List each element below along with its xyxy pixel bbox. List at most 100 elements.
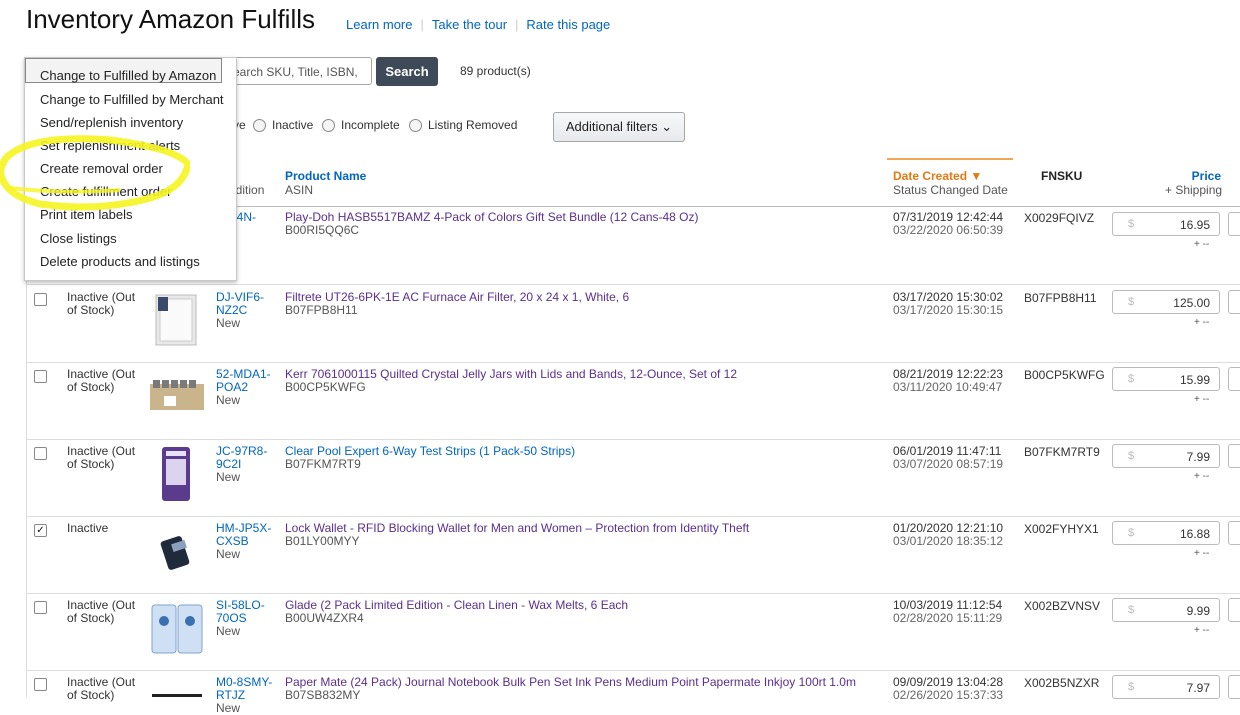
shipping-adjust[interactable]: + -- bbox=[1194, 239, 1209, 250]
product-cell: Play-Doh HASB5517BAMZ 4-Pack of Colors G… bbox=[285, 211, 699, 237]
menu-item-close-listings[interactable]: Close listings bbox=[40, 231, 117, 246]
row-status: Inactive bbox=[67, 521, 109, 535]
radio-icon[interactable] bbox=[253, 118, 266, 132]
product-thumbnail[interactable] bbox=[150, 291, 204, 349]
product-name-link[interactable]: Paper Mate (24 Pack) Journal Notebook Bu… bbox=[285, 676, 856, 689]
sku-link[interactable]: M0-8SMY-RTJZ New bbox=[216, 676, 276, 715]
price-input[interactable]: $7.99 bbox=[1112, 444, 1220, 468]
row-status: Inactive (Out of Stock) bbox=[67, 367, 136, 394]
additional-filters-button[interactable]: Additional filters ⌄ bbox=[553, 112, 685, 142]
product-thumbnail[interactable] bbox=[150, 599, 204, 657]
asin: B00RI5QQ6C bbox=[285, 223, 360, 237]
learn-more-link[interactable]: Learn more bbox=[346, 17, 412, 32]
date-created-header[interactable]: Date Created ▼ Status Changed Date bbox=[893, 169, 1008, 197]
product-cell: Lock Wallet - RFID Blocking Wallet for M… bbox=[285, 522, 749, 548]
row-checkbox[interactable] bbox=[34, 678, 47, 691]
table-row: Inactive (Out of Stock) 52-MDA1-POA2 New … bbox=[26, 362, 1240, 440]
row-checkbox[interactable] bbox=[34, 293, 47, 306]
menu-item-delete-products[interactable]: Delete products and listings bbox=[40, 254, 200, 269]
table-row: Inactive (Out of Stock) JC-97R8-9C2I New … bbox=[26, 439, 1240, 517]
shipping-adjust[interactable]: + -- bbox=[1194, 548, 1209, 559]
radio-icon[interactable] bbox=[409, 118, 422, 132]
product-thumbnail[interactable] bbox=[150, 368, 204, 426]
row-status: Inactive (Out of Stock) bbox=[67, 290, 136, 317]
product-thumbnail[interactable] bbox=[150, 676, 204, 704]
next-column-input[interactable] bbox=[1228, 675, 1240, 699]
link-separator: | bbox=[515, 17, 519, 32]
price-input[interactable]: $16.88 bbox=[1112, 521, 1220, 545]
next-column-input[interactable] bbox=[1228, 212, 1240, 236]
price-input[interactable]: $9.99 bbox=[1112, 598, 1220, 622]
menu-item-print-labels[interactable]: Print item labels bbox=[40, 207, 132, 222]
next-column-input[interactable] bbox=[1228, 444, 1240, 468]
search-button[interactable]: Search bbox=[376, 57, 438, 86]
next-column-input[interactable] bbox=[1228, 521, 1240, 545]
menu-item-create-fulfillment-order[interactable]: Create fulfillment order bbox=[40, 184, 172, 199]
menu-item-change-to-fba[interactable]: Change to Fulfilled by Amazon bbox=[40, 68, 216, 83]
radio-icon[interactable] bbox=[322, 118, 335, 132]
row-status: Inactive (Out of Stock) bbox=[67, 675, 136, 702]
link-separator: | bbox=[420, 17, 424, 32]
sku-link[interactable]: 52-MDA1-POA2 New bbox=[216, 368, 276, 407]
price-input[interactable]: $16.95 bbox=[1112, 212, 1220, 236]
price-header[interactable]: Price + Shipping bbox=[1165, 169, 1222, 197]
chevron-down-icon: ⌄ bbox=[661, 119, 673, 134]
menu-item-change-to-fbm[interactable]: Change to Fulfilled by Merchant bbox=[40, 92, 224, 107]
product-cell: Clear Pool Expert 6-Way Test Strips (1 P… bbox=[285, 445, 575, 471]
row-status: Inactive (Out of Stock) bbox=[67, 598, 136, 625]
shipping-adjust[interactable]: + -- bbox=[1194, 471, 1209, 482]
table-row: Inactive (Out of Stock) M0-8SMY-RTJZ New … bbox=[26, 670, 1240, 715]
table-row: ✓ Inactive HM-JP5X-CXSB New Lock Wallet -… bbox=[26, 516, 1240, 594]
product-cell: Glade (2 Pack Limited Edition - Clean Li… bbox=[285, 599, 628, 625]
asin: B07FPB8H11 bbox=[285, 303, 358, 317]
fnsku: X002B5NZXR bbox=[1024, 676, 1100, 690]
action-dropdown-menu: Change to Fulfilled by Amazon Change to … bbox=[24, 57, 237, 281]
header-links: Learn more | Take the tour | Rate this page bbox=[346, 17, 610, 32]
price-input[interactable]: $7.97 bbox=[1112, 675, 1220, 699]
next-column-input[interactable] bbox=[1228, 598, 1240, 622]
price-input[interactable]: $125.00 bbox=[1112, 290, 1220, 314]
asin: B07FKM7RT9 bbox=[285, 457, 361, 471]
price-input[interactable]: $15.99 bbox=[1112, 367, 1220, 391]
menu-item-replenishment-alerts[interactable]: Set replenishment alerts bbox=[40, 138, 180, 153]
filter-incomplete[interactable]: Incomplete bbox=[322, 118, 400, 132]
dates-cell: 07/31/2019 12:42:44 03/22/2020 06:50:39 bbox=[893, 210, 1004, 237]
next-column-input[interactable] bbox=[1228, 290, 1240, 314]
asin: B00CP5KWFG bbox=[285, 380, 366, 394]
dates-cell: 06/01/2019 11:47:11 03/07/2020 08:57:19 bbox=[893, 444, 1004, 471]
row-status: Inactive (Out of Stock) bbox=[67, 444, 136, 471]
menu-item-send-replenish[interactable]: Send/replenish inventory bbox=[40, 115, 183, 130]
product-name-header[interactable]: Product Name ASIN bbox=[285, 169, 366, 197]
sku-link[interactable]: SI-58LO-70OS New bbox=[216, 599, 276, 638]
filter-inactive[interactable]: Inactive bbox=[253, 118, 313, 132]
shipping-adjust[interactable]: + -- bbox=[1194, 317, 1209, 328]
rate-page-link[interactable]: Rate this page bbox=[526, 17, 610, 32]
row-checkbox[interactable] bbox=[34, 601, 47, 614]
sku-link[interactable]: JC-97R8-9C2I New bbox=[216, 445, 276, 484]
row-checkbox[interactable]: ✓ bbox=[34, 524, 47, 537]
product-cell: Paper Mate (24 Pack) Journal Notebook Bu… bbox=[285, 676, 856, 702]
take-tour-link[interactable]: Take the tour bbox=[432, 17, 507, 32]
row-checkbox[interactable] bbox=[34, 447, 47, 460]
sort-indicator-bar bbox=[887, 158, 1013, 160]
table-row: Inactive (Out of Stock) SI-58LO-70OS New … bbox=[26, 593, 1240, 671]
product-thumbnail[interactable] bbox=[150, 522, 204, 580]
fnsku: B07FPB8H11 bbox=[1024, 291, 1097, 305]
fnsku: X002FYHYX1 bbox=[1024, 522, 1099, 536]
shipping-adjust[interactable]: + -- bbox=[1194, 394, 1209, 405]
asin: B00UW4ZXR4 bbox=[285, 611, 364, 625]
fnsku: X002BZVNSV bbox=[1024, 599, 1101, 613]
sku-link[interactable]: HM-JP5X-CXSB New bbox=[216, 522, 276, 561]
menu-item-create-removal-order[interactable]: Create removal order bbox=[40, 161, 163, 176]
product-cell: Filtrete UT26-6PK-1E AC Furnace Air Filt… bbox=[285, 291, 629, 317]
shipping-adjust[interactable]: + -- bbox=[1194, 625, 1209, 636]
dates-cell: 03/17/2020 15:30:02 03/17/2020 15:30:15 bbox=[893, 290, 1004, 317]
product-thumbnail[interactable] bbox=[150, 445, 204, 503]
search-input[interactable]: earch SKU, Title, ISBN, bbox=[228, 57, 372, 85]
fnsku: B07FKM7RT9 bbox=[1024, 445, 1100, 459]
next-column-input[interactable] bbox=[1228, 367, 1240, 391]
filter-listing-removed[interactable]: Listing Removed bbox=[409, 118, 517, 132]
row-checkbox[interactable] bbox=[34, 370, 47, 383]
product-cell: Kerr 7061000115 Quilted Crystal Jelly Ja… bbox=[285, 368, 737, 394]
sku-link[interactable]: DJ-VIF6-NZ2C New bbox=[216, 291, 276, 330]
